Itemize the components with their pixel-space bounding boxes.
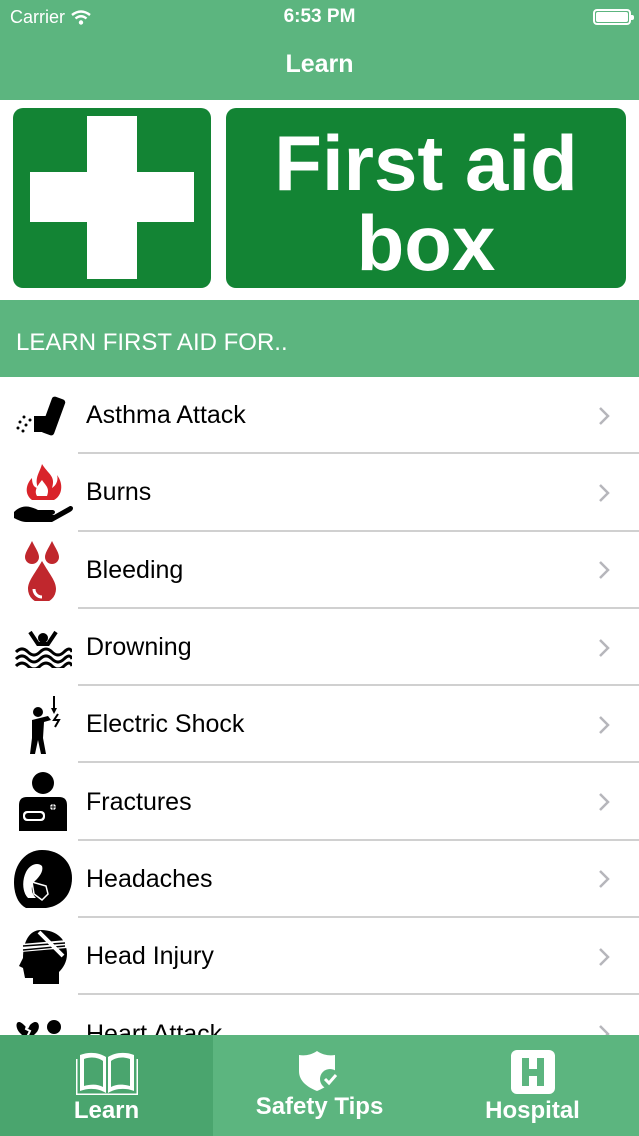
list-item-burns[interactable]: Burns [0,454,639,532]
cross-horizontal-bar [30,172,194,222]
list-item-headaches[interactable]: Headaches [0,841,639,919]
tab-safety-tips[interactable]: Safety Tips [213,1035,426,1136]
list-item-label: Electric Shock [86,710,245,739]
list-item-label: Burns [86,478,152,507]
tab-bar: Learn Safety Tips Hospital [0,1035,639,1136]
inhaler-icon [12,385,74,447]
chevron-right-icon [589,1024,619,1035]
nav-bar: Carrier 6:53 PM Learn [0,0,639,100]
chevron-right-icon [589,947,619,967]
banner-line1: First aid [274,119,578,207]
list-item-label: Head Injury [86,942,214,971]
status-time: 6:53 PM [283,6,356,27]
fire-hand-icon [12,462,74,524]
chevron-right-icon [589,638,619,658]
tab-label: Learn [73,1097,140,1124]
list-item-drowning[interactable]: Drowning [0,609,639,687]
chevron-right-icon [589,715,619,735]
electric-shock-icon [12,694,74,756]
blood-drops-icon [12,539,74,602]
list-item-head-injury[interactable]: Head Injury [0,918,639,996]
list-item-bleeding[interactable]: Bleeding [0,532,639,609]
list-item-fractures[interactable]: Fractures [0,763,639,841]
hospital-icon [426,1049,639,1099]
tab-label: Safety Tips [255,1093,384,1120]
tab-label: Hospital [485,1097,580,1124]
list-item-heart-attack[interactable]: Heart Attack [0,995,639,1035]
list-item-label: Drowning [86,633,192,662]
heart-attack-icon [12,1003,74,1035]
chevron-right-icon [589,483,619,503]
topic-list[interactable]: Asthma Attack Burns Bleeding Drowning El… [0,377,639,1035]
list-item-label: Heart Attack [86,1019,223,1035]
chevron-right-icon [589,560,619,580]
fracture-icon [12,771,74,833]
shield-check-icon [213,1049,426,1099]
list-item-label: Bleeding [86,555,184,584]
drowning-icon [12,617,74,679]
first-aid-sign: First aid box [226,108,626,288]
chevron-right-icon [589,792,619,812]
list-item-label: Asthma Attack [86,401,246,430]
list-item-electric-shock[interactable]: Electric Shock [0,686,639,764]
battery-icon [593,9,634,25]
book-icon [0,1049,213,1099]
chevron-right-icon [589,869,619,889]
page-title: Learn [285,50,354,78]
tab-learn[interactable]: Learn [0,1035,213,1136]
head-bandage-icon [12,926,74,988]
banner-line2: box [356,199,496,287]
list-item-label: Headaches [86,864,213,893]
list-item-asthma-attack[interactable]: Asthma Attack [0,377,639,455]
section-header-label: LEARN FIRST AID FOR.. [16,329,288,356]
status-bar: Carrier 6:53 PM [0,0,639,34]
headache-icon [12,848,74,910]
section-header: LEARN FIRST AID FOR.. [0,300,639,377]
chevron-right-icon [589,406,619,426]
list-item-label: Fractures [86,787,192,816]
tab-hospital[interactable]: Hospital [426,1035,639,1136]
